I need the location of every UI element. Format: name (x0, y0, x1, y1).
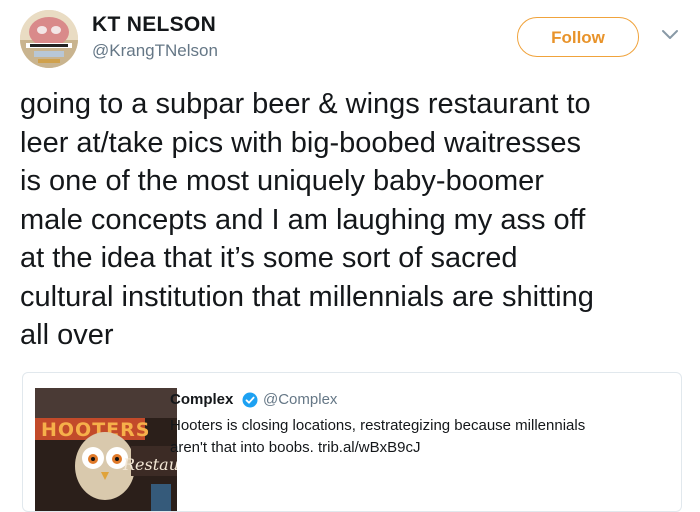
tweet-text: going to a subpar beer & wings restauran… (20, 88, 594, 351)
author-username[interactable]: @KrangTNelson (92, 41, 218, 61)
chevron-down-icon[interactable] (660, 27, 680, 43)
quoted-tweet-text: Hooters is closing locations, restrategi… (170, 417, 586, 456)
tweet: KT NELSON @KrangTNelson Follow going to … (0, 0, 700, 512)
quoted-author-name[interactable]: Complex (170, 391, 233, 408)
avatar-image (20, 10, 78, 68)
follow-button[interactable]: Follow (517, 17, 639, 57)
quoted-author-handle[interactable]: @Complex (263, 391, 337, 408)
verified-badge-icon (242, 392, 258, 408)
hooters-sign-image: HOOTERS Restau (35, 388, 177, 511)
avatar[interactable] (20, 10, 78, 68)
thumbnail-sub-text: Restau (122, 455, 177, 474)
quoted-tweet-thumbnail: HOOTERS Restau (35, 388, 177, 511)
author-display-name[interactable]: KT NELSON (92, 13, 216, 37)
quoted-tweet-card[interactable]: HOOTERS Restau Complex @Complex Hooters … (22, 372, 682, 512)
